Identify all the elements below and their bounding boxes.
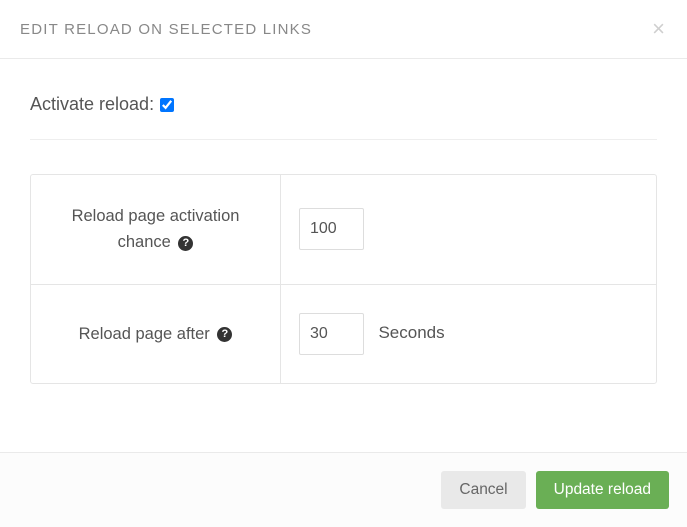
help-icon[interactable]: ? <box>178 236 193 251</box>
close-icon[interactable]: × <box>650 18 667 40</box>
reload-after-unit: Seconds <box>378 323 444 342</box>
activate-reload-row: Activate reload: <box>30 94 657 140</box>
activate-reload-label: Activate reload: <box>30 94 154 115</box>
update-reload-button[interactable]: Update reload <box>536 471 669 509</box>
reload-after-label: Reload page after <box>79 325 210 343</box>
reload-after-input[interactable] <box>299 313 364 355</box>
activation-chance-input[interactable] <box>299 208 364 250</box>
activation-chance-input-cell <box>281 175 656 285</box>
modal-footer: Cancel Update reload <box>0 452 687 527</box>
reload-after-label-cell: Reload page after ? <box>31 285 281 383</box>
modal-title: EDIT RELOAD ON SELECTED LINKS <box>20 21 312 38</box>
reload-after-input-cell: Seconds <box>281 285 656 383</box>
modal-body: Activate reload: Reload page activation … <box>0 59 687 452</box>
activation-chance-label: Reload page activation chance <box>72 207 240 251</box>
edit-reload-modal: EDIT RELOAD ON SELECTED LINKS × Activate… <box>0 0 687 527</box>
activate-reload-checkbox[interactable] <box>160 98 174 112</box>
activation-chance-label-cell: Reload page activation chance ? <box>31 175 281 285</box>
reload-settings-table: Reload page activation chance ? Reload p… <box>30 174 657 384</box>
reload-after-row: Reload page after ? Seconds <box>31 285 656 383</box>
modal-header: EDIT RELOAD ON SELECTED LINKS × <box>0 0 687 59</box>
activation-chance-row: Reload page activation chance ? <box>31 175 656 285</box>
help-icon[interactable]: ? <box>217 327 232 342</box>
cancel-button[interactable]: Cancel <box>441 471 525 509</box>
